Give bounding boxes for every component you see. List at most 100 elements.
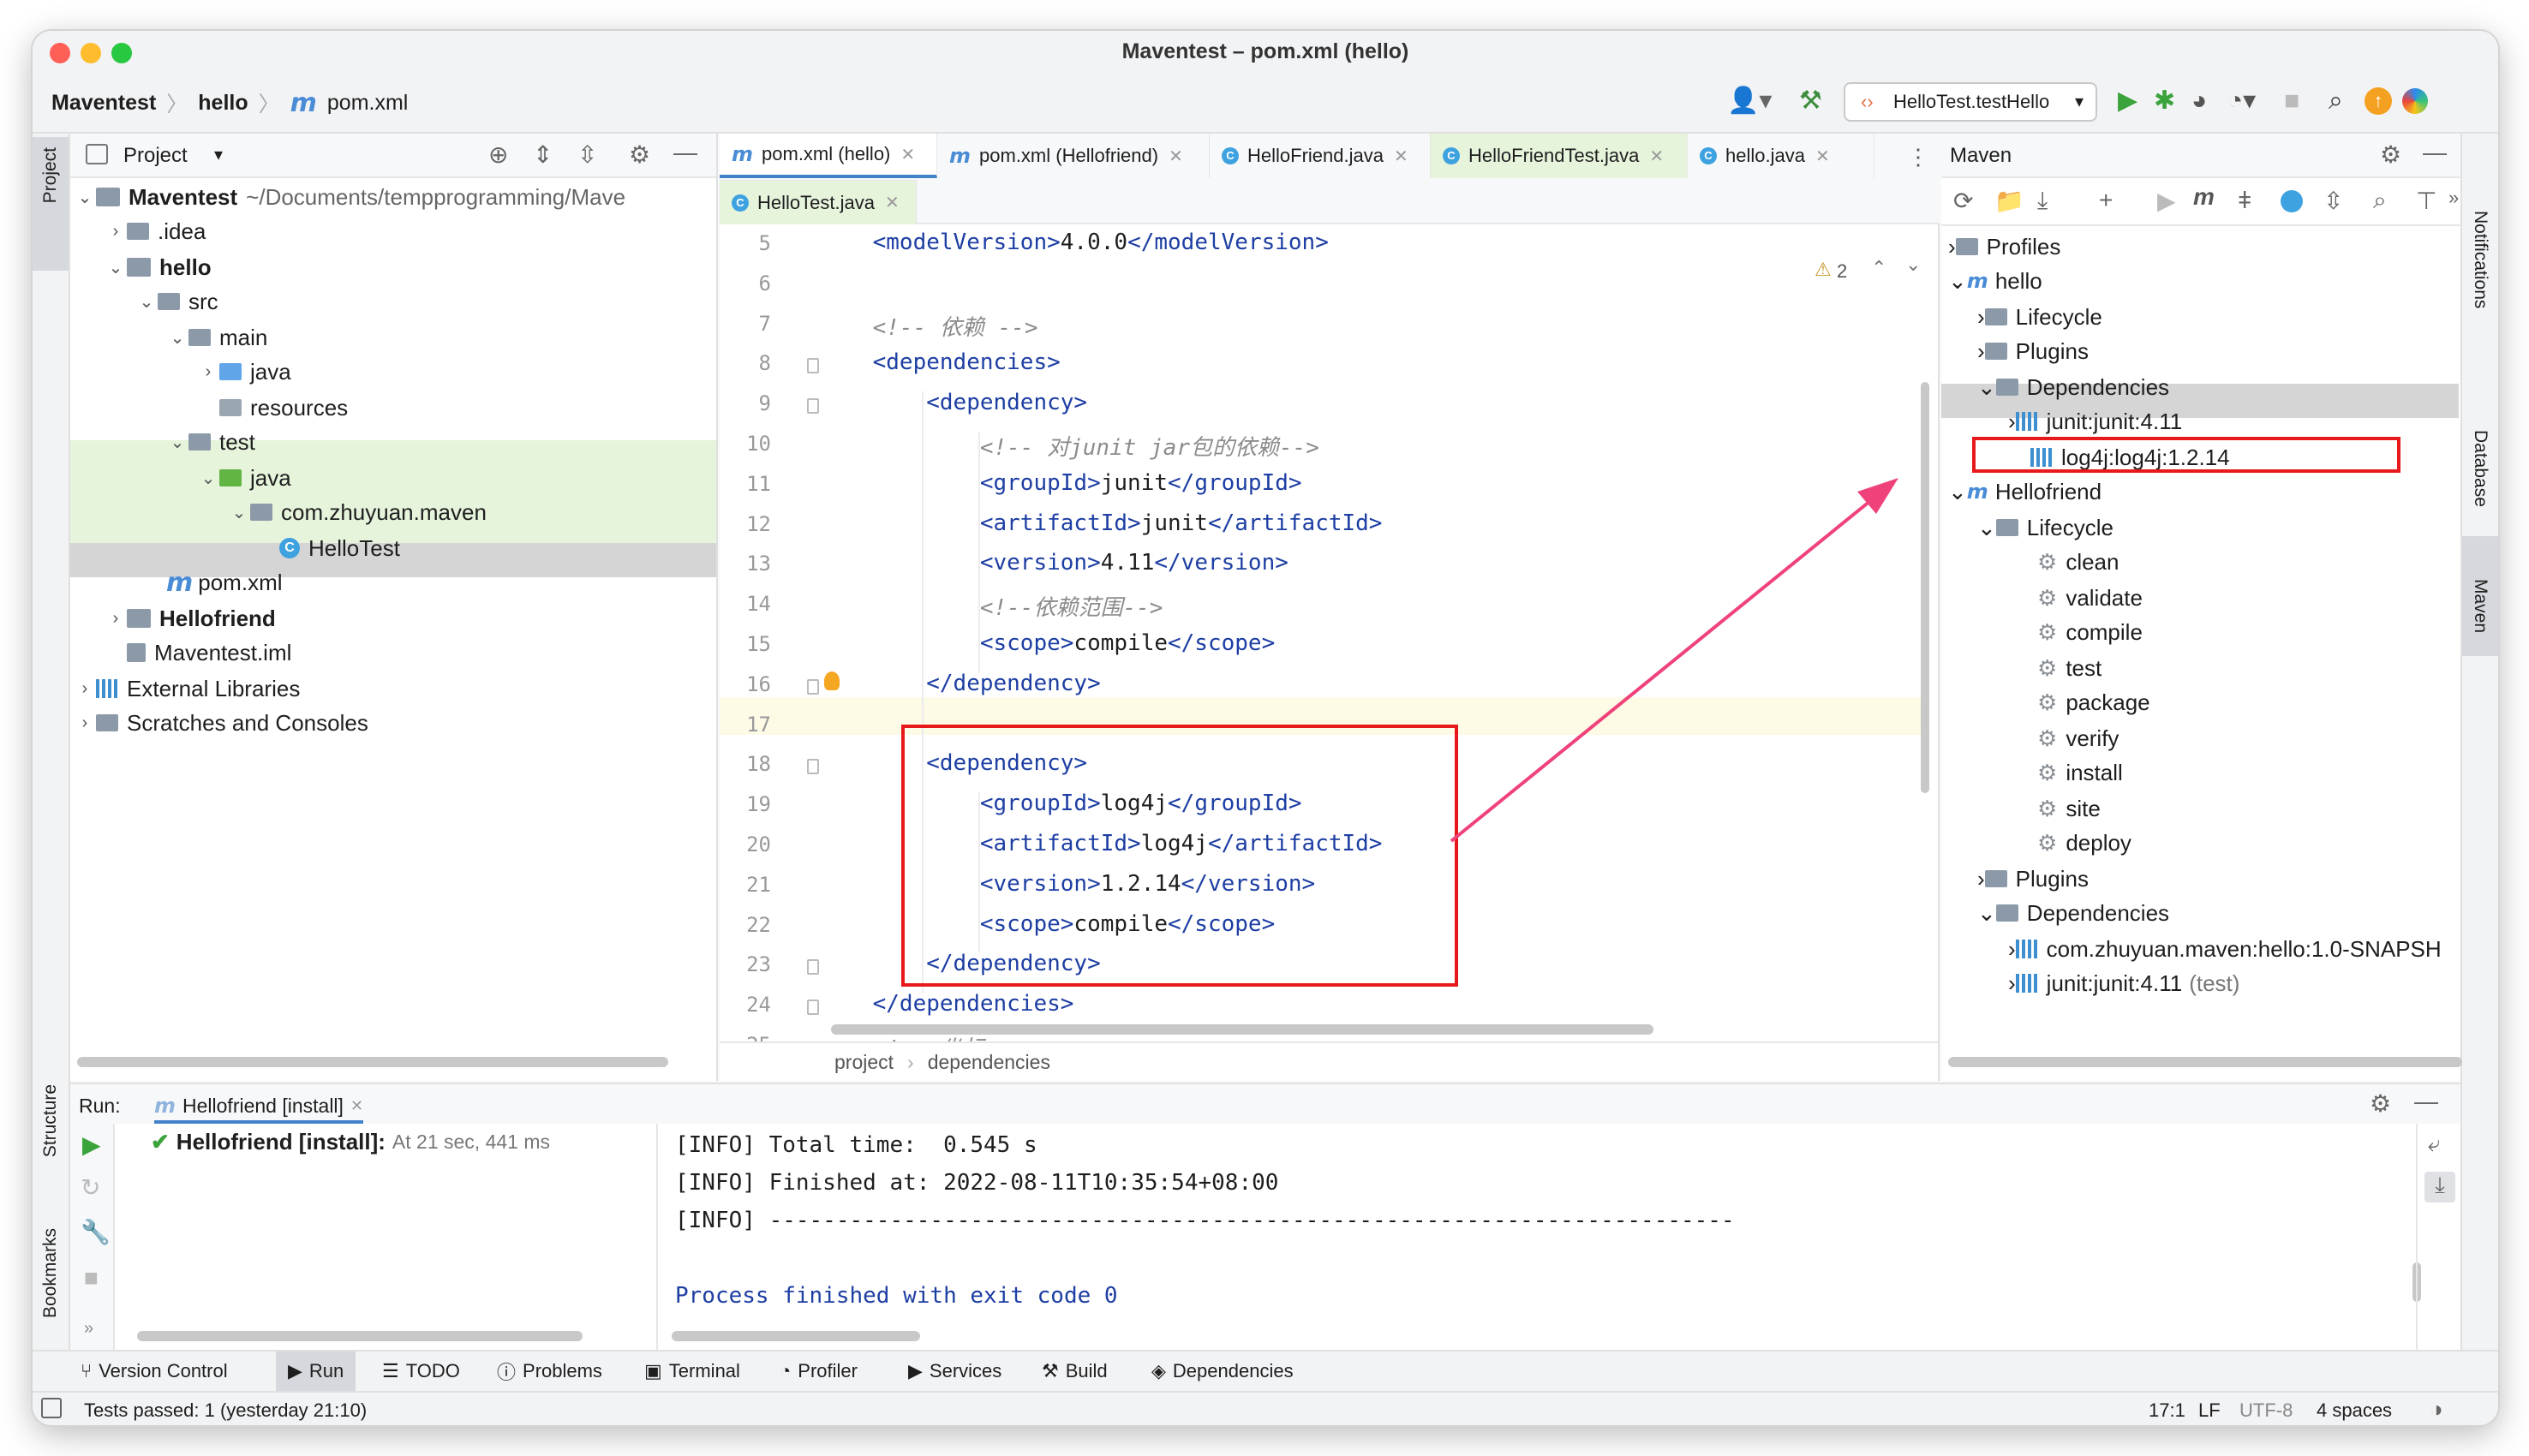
horizontal-scrollbar[interactable] [672, 1331, 920, 1341]
tab-todo[interactable]: ☰ TODO [382, 1352, 460, 1391]
stop-icon[interactable]: ■ [2284, 86, 2299, 116]
tree-row[interactable]: ⚙ verify [2037, 721, 2119, 755]
add-icon[interactable]: + [2099, 187, 2113, 214]
fold-marker-icon[interactable] [807, 759, 819, 775]
breadcrumb-project-tag[interactable]: project [834, 1051, 894, 1074]
fold-marker-icon[interactable] [807, 959, 819, 976]
chevron-down-icon[interactable]: ⌄ [1905, 254, 1921, 276]
run-icon[interactable]: ▶ [2157, 187, 2176, 215]
locate-icon[interactable]: ⊕ [488, 140, 508, 169]
run-tab-hellofriend-install[interactable]: m Hellofriend [install] ✕ [154, 1091, 364, 1124]
tree-row[interactable]: › junit:junit:4.11 (test) [2008, 966, 2239, 1000]
tab-hellofriendtest-java[interactable]: C HelloFriendTest.java ✕ [1431, 134, 1688, 178]
collapse-all-icon[interactable]: ⇳ [577, 140, 597, 169]
tree-row[interactable]: › Plugins [1977, 334, 2089, 368]
wrench-icon[interactable]: 🔧 [81, 1218, 111, 1246]
tab-profiler[interactable]: ◔ Profiler [780, 1352, 858, 1391]
gear-icon[interactable]: ⚙ [2380, 140, 2401, 169]
tree-row[interactable]: › Plugins [1977, 862, 2089, 896]
toggle-tool-windows-icon[interactable] [41, 1398, 62, 1418]
coverage-icon[interactable]: ◕ [2191, 86, 2207, 116]
tree-row[interactable]: ⌄ Lifecycle [1977, 510, 2113, 545]
tree-row[interactable]: ⚙ compile [2037, 615, 2143, 649]
tab-terminal[interactable]: ▣ Terminal [644, 1352, 740, 1391]
rerun-icon[interactable]: ▶ [82, 1131, 101, 1159]
tree-row[interactable]: ⌄ m Hellofriend [1948, 474, 2102, 509]
search-icon[interactable]: ⌕ [2329, 86, 2343, 116]
horizontal-scrollbar[interactable] [831, 1024, 1653, 1035]
run-tree-item[interactable]: ✔ Hellofriend [install]: At 21 sec, 441 … [151, 1129, 550, 1155]
debug-icon[interactable]: ✱ [2154, 86, 2175, 116]
status-message[interactable]: Tests passed: 1 (yesterday 21:10) [84, 1399, 367, 1422]
intention-bulb-icon[interactable] [824, 671, 840, 690]
tree-row[interactable]: ⌄ Dependencies [1977, 370, 2169, 404]
tree-row[interactable]: › .idea [70, 214, 716, 248]
tree-row[interactable]: › Hellofriend [70, 601, 716, 636]
structure-stripe-button[interactable]: Structure [40, 1084, 61, 1157]
tree-row[interactable]: ⚙ test [2037, 651, 2102, 685]
skip-tests-icon[interactable] [2281, 190, 2303, 212]
horizontal-scrollbar[interactable] [77, 1057, 668, 1067]
generate-sources-icon[interactable]: 📁 [1994, 187, 2024, 215]
tab-hellofriend-java[interactable]: C HelloFriend.java ✕ [1210, 134, 1431, 178]
more-icon[interactable]: » [2448, 187, 2459, 209]
stop-icon[interactable]: ■ [84, 1264, 99, 1292]
breadcrumb-module[interactable]: hello [198, 91, 248, 116]
tree-row[interactable]: › External Libraries [70, 671, 716, 706]
project-stripe-button[interactable]: Project [33, 137, 69, 271]
horizontal-scrollbar[interactable] [1948, 1057, 2462, 1067]
hide-icon[interactable]: — [2423, 139, 2447, 166]
fold-marker-icon[interactable] [807, 1000, 819, 1016]
gear-icon[interactable]: ⚙ [2370, 1089, 2391, 1118]
update-icon[interactable]: ↑ [2365, 87, 2392, 115]
notifications-stripe-button[interactable]: Notifications [2470, 211, 2490, 308]
hide-icon[interactable]: — [2414, 1088, 2438, 1115]
breadcrumb-file[interactable]: pom.xml [327, 91, 408, 116]
tree-row[interactable]: ⚙ validate [2037, 581, 2143, 615]
tree-row[interactable]: ⌄ src [70, 284, 716, 319]
fold-marker-icon[interactable] [807, 358, 819, 374]
bookmarks-stripe-button[interactable]: Bookmarks [40, 1228, 61, 1318]
tree-row[interactable]: › junit:junit:4.11 [2008, 404, 2182, 439]
database-stripe-button[interactable]: Database [2470, 430, 2490, 507]
collapse-all-icon[interactable]: ⇳ [2323, 187, 2343, 215]
tree-row[interactable]: › Lifecycle [1977, 300, 2102, 334]
run-config-select[interactable]: ‹› HelloTest.testHello ▾ [1844, 82, 2097, 122]
more-tabs-icon[interactable]: ⋮ [1907, 144, 1929, 170]
tab-hellotest-java[interactable]: C HelloTest.java ✕ [720, 180, 917, 224]
hide-icon[interactable]: — [673, 139, 697, 166]
more-icon[interactable]: » [84, 1319, 93, 1339]
chevron-down-icon[interactable]: ▾ [214, 144, 223, 165]
tab-dependencies[interactable]: ◈ Dependencies [1151, 1352, 1294, 1391]
tree-row[interactable]: m pom.xml [70, 565, 716, 600]
breadcrumb-project[interactable]: Maventest [51, 91, 156, 116]
fold-marker-icon[interactable] [807, 398, 819, 415]
user-icon[interactable]: 👤▾ [1727, 86, 1772, 116]
tab-build[interactable]: ⚒ Build [1042, 1352, 1108, 1391]
chevron-up-icon[interactable]: ⌃ [1871, 257, 1886, 279]
analyze-dependencies-icon[interactable]: ⌕ [2373, 187, 2387, 215]
tree-row[interactable]: resources [70, 391, 716, 425]
tree-row[interactable]: › Profiles [1948, 230, 2060, 264]
build-hammer-icon[interactable]: ⚒ [1799, 86, 1822, 116]
tree-row[interactable]: ⌄ hello [70, 250, 716, 284]
tab-version-control[interactable]: ⑂ Version Control [81, 1352, 228, 1391]
tree-row[interactable]: ⚙ clean [2037, 545, 2119, 579]
maven-stripe-button[interactable]: Maven [2462, 536, 2498, 656]
run-icon[interactable]: ▶ [2118, 86, 2137, 116]
tree-row[interactable]: ⌄ Maventest ~/Documents/tempprogramming/Ma… [70, 180, 716, 214]
warning-icon[interactable]: ⚠ [1815, 259, 1832, 281]
tree-row[interactable]: ⌄ test [70, 425, 716, 459]
tree-row[interactable]: › java [70, 355, 716, 389]
download-icon[interactable]: ⤓ [2037, 187, 2048, 215]
show-diagram-icon[interactable]: ⊤ [2416, 187, 2436, 215]
profile-icon[interactable]: ◔▾ [2227, 86, 2256, 116]
tree-row[interactable]: ⌄ com.zhuyuan.maven [70, 495, 716, 529]
tree-row[interactable]: ⚙ deploy [2037, 826, 2131, 860]
reload-icon[interactable]: ⟳ [1953, 187, 1973, 215]
rerun-failed-icon[interactable]: ↻ [81, 1173, 100, 1202]
tree-row[interactable]: Maventest.iml [70, 636, 716, 670]
project-view-select[interactable]: Project [123, 144, 188, 168]
tab-pom-hello[interactable]: m pom.xml (hello) ✕ [720, 134, 937, 178]
console-output[interactable]: [INFO] Total time: 0.545 s [INFO] Finish… [661, 1124, 2421, 1352]
